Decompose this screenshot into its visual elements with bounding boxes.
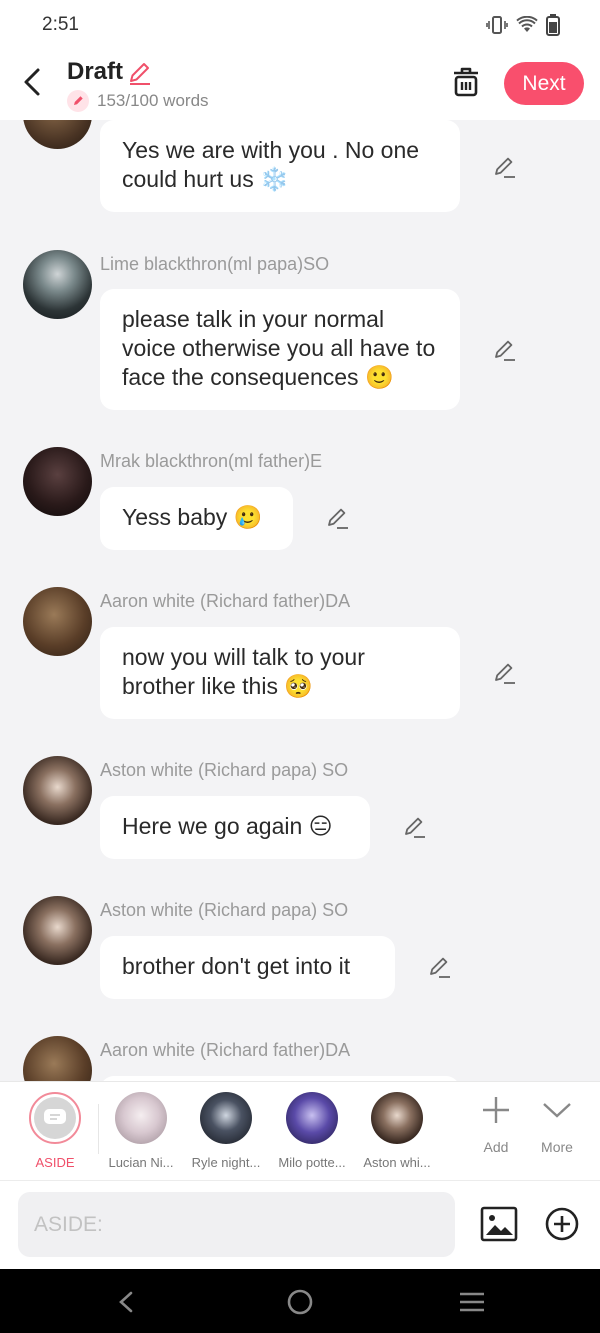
- nav-back-icon[interactable]: [110, 1285, 144, 1319]
- edit-message-icon[interactable]: [492, 154, 518, 180]
- character-label: Milo potte...: [278, 1155, 346, 1170]
- message-bubble[interactable]: please talk in your normal voice otherwi…: [100, 289, 460, 410]
- editor-header: Draft 153/100 words Next: [0, 48, 600, 120]
- add-circle-icon[interactable]: [544, 1206, 580, 1242]
- add-label: Add: [483, 1139, 509, 1155]
- chat-list: Yes we are with you . No one could hurt …: [0, 120, 600, 1081]
- word-count-text: 153/100 words: [97, 91, 209, 110]
- composer-bar: [0, 1180, 600, 1270]
- add-character-button[interactable]: Add: [466, 1094, 526, 1155]
- status-time: 2:51: [42, 14, 79, 35]
- avatar: [200, 1092, 252, 1144]
- chevron-down-icon: [543, 1103, 571, 1118]
- avatar: [371, 1092, 423, 1144]
- word-count: 153/100 words: [67, 90, 209, 112]
- avatar: [286, 1092, 338, 1144]
- next-button[interactable]: Next: [504, 62, 584, 105]
- nav-recents-icon[interactable]: [455, 1285, 489, 1319]
- avatar[interactable]: [23, 447, 92, 516]
- more-label: More: [541, 1139, 573, 1155]
- avatar: [115, 1092, 167, 1144]
- edit-title-icon[interactable]: [126, 59, 154, 87]
- divider: [98, 1104, 99, 1154]
- message-bubble[interactable]: Yess baby 🥲: [100, 487, 293, 550]
- avatar[interactable]: [23, 250, 92, 319]
- message-bubble[interactable]: Yes we are with you . No one could hurt …: [100, 120, 460, 212]
- character-label: Lucian Ni...: [108, 1155, 174, 1170]
- sender-name: Mrak blackthron(ml father)E: [100, 451, 323, 471]
- edit-message-icon[interactable]: [325, 505, 351, 531]
- avatar[interactable]: [23, 1036, 92, 1081]
- page-title: Draft: [67, 58, 124, 85]
- sender-name: Aston white (Richard papa) SO: [100, 900, 349, 920]
- character-strip: ASIDE Lucian Ni... Ryle night... Milo po…: [0, 1081, 600, 1181]
- character-label: Aston whi...: [363, 1155, 431, 1170]
- character-label: Ryle night...: [191, 1155, 261, 1170]
- system-nav-bar: [0, 1269, 600, 1333]
- pencil-icon: [67, 90, 89, 112]
- wifi-icon: [516, 16, 538, 32]
- message-bubble[interactable]: Here we go again 😑: [100, 796, 370, 859]
- battery-icon: [546, 14, 560, 36]
- message-input[interactable]: [18, 1192, 455, 1257]
- character-chip[interactable]: Lucian Ni...: [101, 1092, 181, 1170]
- avatar[interactable]: [23, 756, 92, 825]
- message-bubble[interactable]: now you will talk to your brother like t…: [100, 627, 460, 719]
- edit-message-icon[interactable]: [492, 337, 518, 363]
- sender-name: Aaron white (Richard father)DA: [100, 1040, 351, 1060]
- character-aside[interactable]: ASIDE: [15, 1092, 95, 1170]
- sender-name: Lime blackthron(ml papa)SO: [100, 254, 330, 274]
- avatar[interactable]: [23, 587, 92, 656]
- character-label: ASIDE: [35, 1155, 75, 1170]
- chat-bubble-icon: [34, 1097, 76, 1139]
- status-bar: 2:51: [0, 0, 600, 48]
- plus-icon: [483, 1097, 509, 1123]
- vibrate-icon: [486, 16, 508, 34]
- trash-icon[interactable]: [450, 64, 482, 100]
- more-button[interactable]: More: [527, 1094, 587, 1155]
- edit-message-icon[interactable]: [492, 660, 518, 686]
- edit-message-icon[interactable]: [427, 954, 453, 980]
- character-chip[interactable]: Milo potte...: [272, 1092, 352, 1170]
- avatar[interactable]: [23, 120, 92, 149]
- sender-name: Aston white (Richard papa) SO: [100, 760, 349, 780]
- message-bubble[interactable]: brother don't get into it: [100, 936, 395, 999]
- sender-name: Aaron white (Richard father)DA: [100, 591, 351, 611]
- image-icon[interactable]: [480, 1206, 518, 1242]
- back-arrow-icon[interactable]: [18, 64, 50, 100]
- nav-home-icon[interactable]: [283, 1285, 317, 1319]
- character-chip[interactable]: Aston whi...: [357, 1092, 437, 1170]
- character-chip[interactable]: Ryle night...: [186, 1092, 266, 1170]
- avatar[interactable]: [23, 896, 92, 965]
- edit-message-icon[interactable]: [402, 814, 428, 840]
